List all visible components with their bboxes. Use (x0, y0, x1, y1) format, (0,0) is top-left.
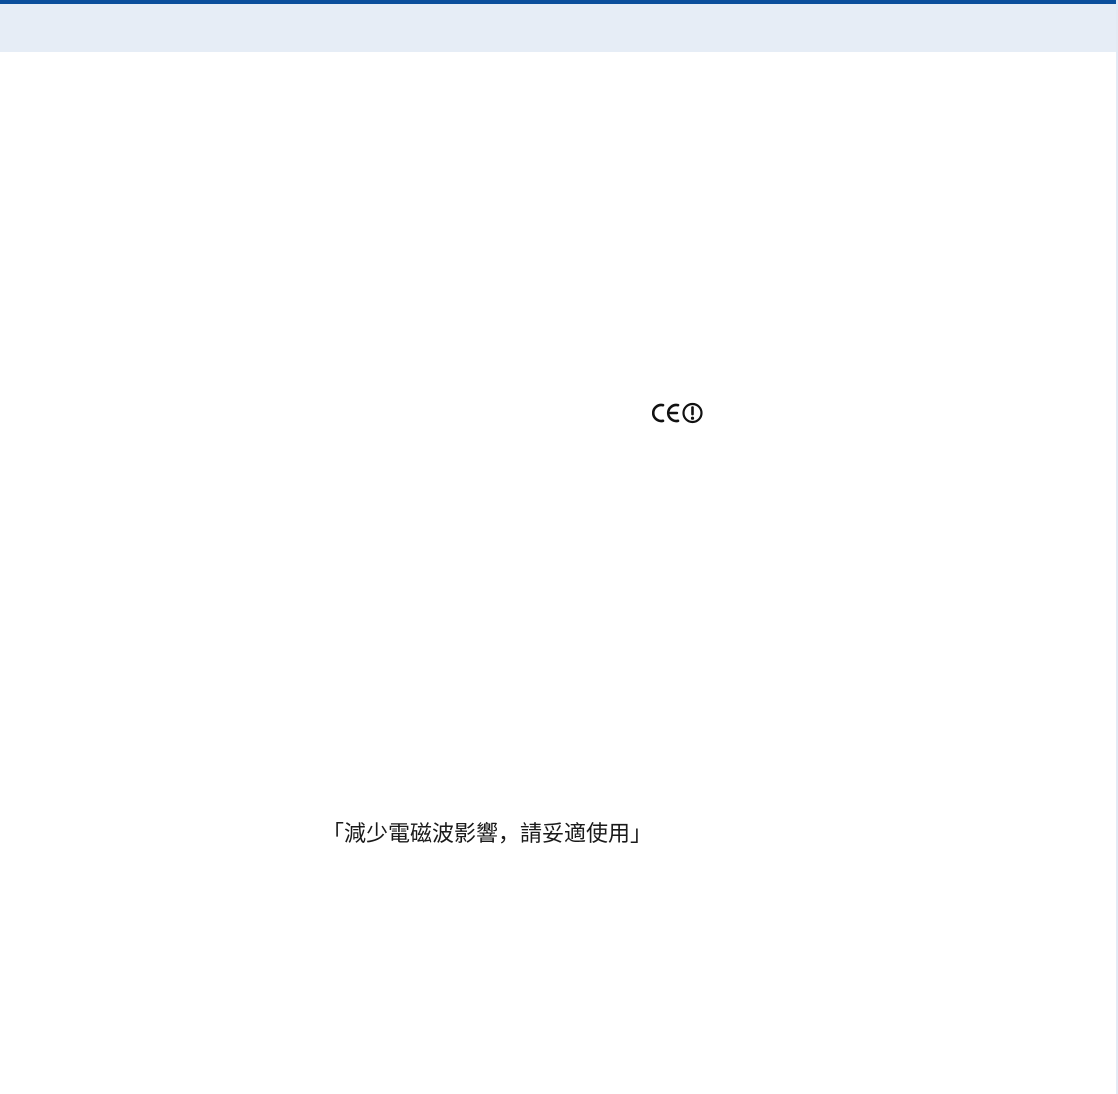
ce-alert-icon (652, 402, 703, 424)
document-page: 「減少電磁波影響，請妥適使用」 (0, 0, 1118, 1094)
emf-notice-text: 「減少電磁波影響，請妥適使用」 (322, 822, 653, 847)
header-band (0, 0, 1118, 52)
